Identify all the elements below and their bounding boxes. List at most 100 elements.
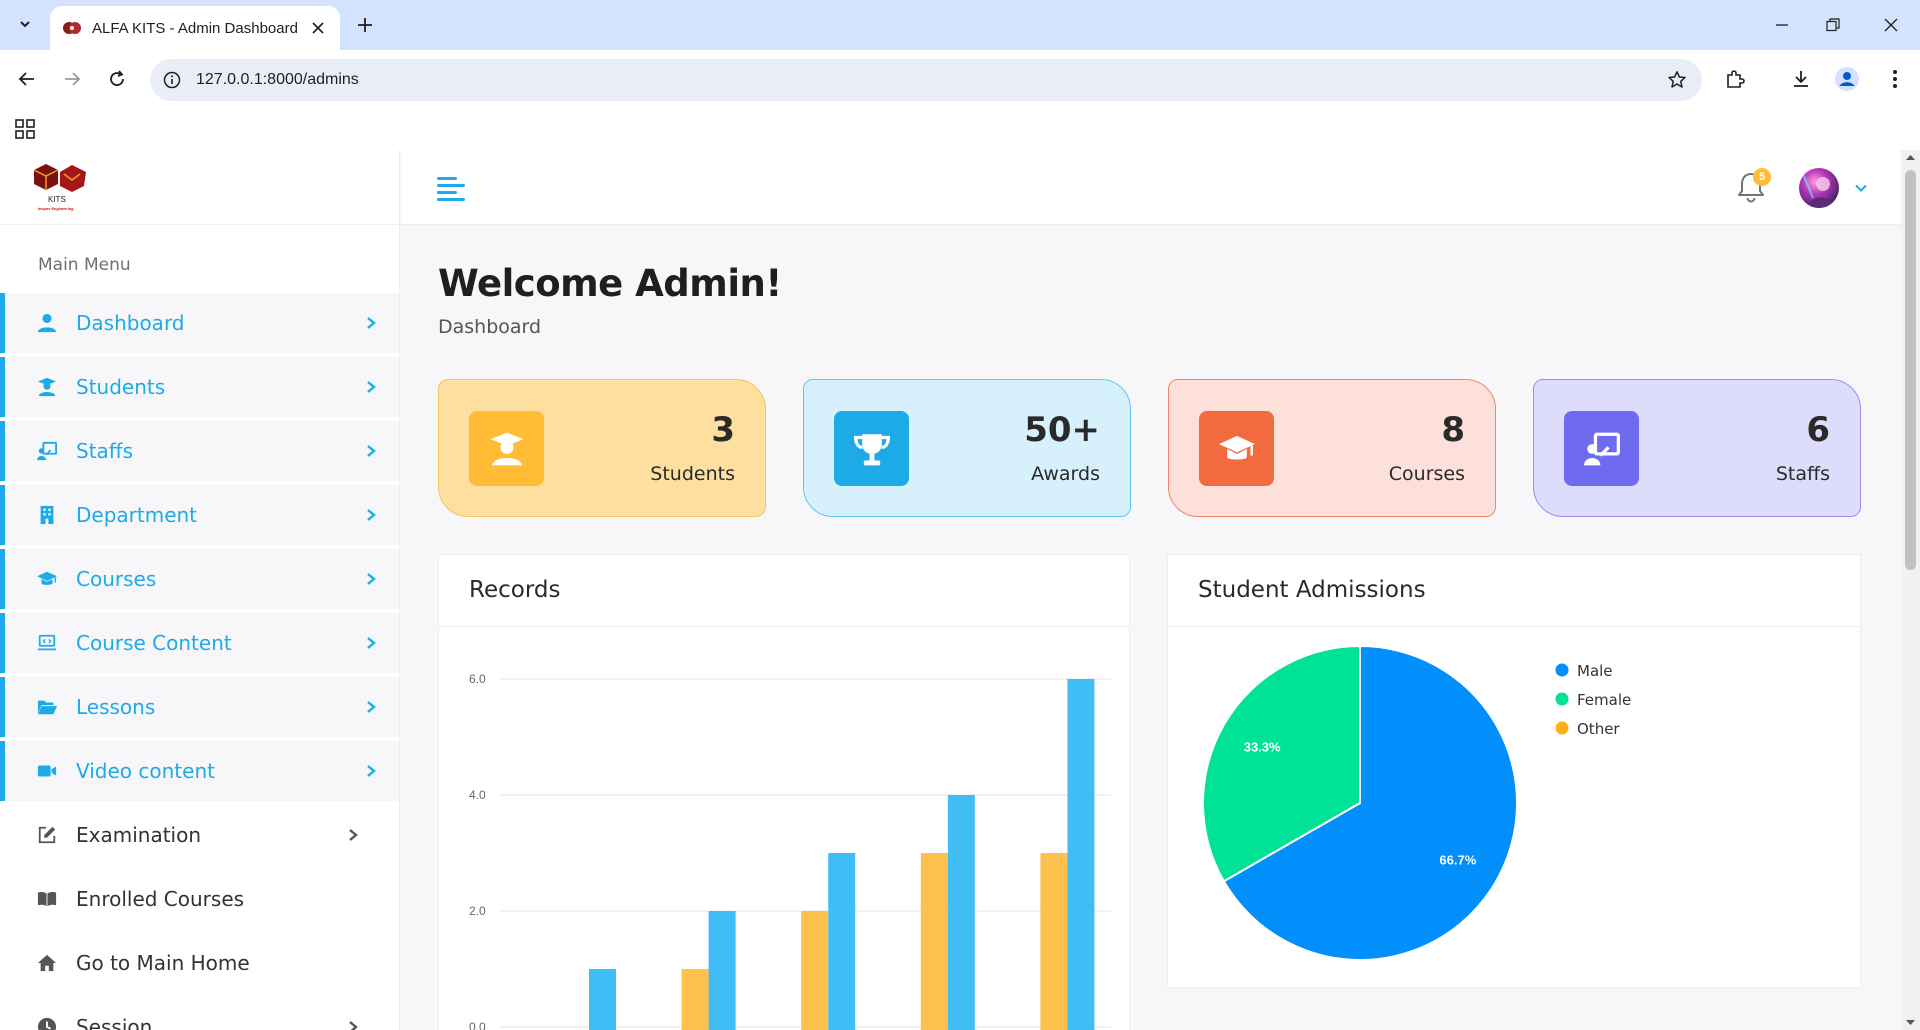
student-icon — [36, 376, 58, 398]
bar[interactable] — [681, 969, 709, 1030]
bar[interactable] — [708, 911, 736, 1030]
sidebar-item-label: Examination — [76, 823, 202, 847]
legend-item-male[interactable]: Male — [1555, 662, 1613, 680]
profile-icon — [1835, 67, 1859, 91]
stat-label: Students — [650, 463, 735, 485]
chevron-right-icon — [345, 827, 361, 843]
stat-value: 6 — [1806, 410, 1830, 450]
scroll-up-icon[interactable] — [1901, 150, 1920, 166]
sidebar-item-course-content[interactable]: Course Content — [0, 613, 399, 673]
minimize-button[interactable] — [1769, 12, 1795, 38]
tab-close-icon[interactable] — [308, 18, 328, 38]
sidebar-item-video-content[interactable]: Video content — [0, 741, 399, 801]
sidebar-item-session[interactable]: Session — [0, 997, 399, 1030]
main-menu-title: Main Menu — [38, 255, 131, 275]
back-button[interactable] — [12, 64, 42, 94]
laptop-code-icon — [36, 632, 58, 654]
sidebar-item-go-to-main-home[interactable]: Go to Main Home — [0, 933, 399, 993]
sidebar-item-label: Lessons — [76, 695, 156, 719]
sidebar-item-label: Session — [76, 1015, 153, 1030]
site-info-icon[interactable] — [162, 70, 182, 90]
hamburger-menu-icon[interactable] — [437, 174, 467, 204]
forward-button[interactable] — [57, 64, 87, 94]
bar[interactable] — [828, 853, 856, 1030]
extensions-button[interactable] — [1720, 64, 1750, 94]
address-bar[interactable]: 127.0.0.1:8000/admins — [150, 59, 1702, 101]
more-vertical-icon — [1893, 70, 1897, 88]
sidebar-item-label: Dashboard — [76, 311, 185, 335]
sidebar-item-label: Course Content — [76, 631, 232, 655]
sidebar-item-lessons[interactable]: Lessons — [0, 677, 399, 737]
stat-label: Courses — [1388, 463, 1465, 485]
y-tick-label: 2.0 — [469, 904, 486, 918]
legend-item-other[interactable]: Other — [1555, 720, 1621, 738]
plus-icon — [358, 18, 372, 32]
records-bar-chart: 6.0 4.0 2.0 0.0 — [469, 672, 1111, 1030]
favicon-icon — [63, 22, 81, 34]
legend-item-female[interactable]: Female — [1555, 691, 1632, 709]
downloads-button[interactable] — [1786, 64, 1816, 94]
chevron-right-icon — [363, 763, 379, 779]
download-icon — [1794, 71, 1808, 87]
scroll-down-icon[interactable] — [1901, 1014, 1920, 1030]
student-icon — [469, 411, 544, 486]
chevron-right-icon — [363, 379, 379, 395]
kits-logo-icon: KITS Inspire Engineering — [33, 164, 86, 211]
legend-marker — [1555, 692, 1569, 706]
stat-label: Staffs — [1775, 463, 1830, 485]
avatar[interactable] — [1799, 168, 1839, 208]
sidebar-item-dashboard[interactable]: Dashboard — [0, 293, 399, 353]
sidebar-item-examination[interactable]: Examination — [0, 805, 399, 865]
student-admissions-panel-title: Student Admissions — [1168, 555, 1860, 627]
sidebar-item-label: Department — [76, 503, 198, 527]
scroll-thumb[interactable] — [1905, 170, 1916, 570]
browser-tab[interactable]: ALFA KITS - Admin Dashboard — [50, 6, 340, 50]
close-icon — [1884, 18, 1898, 32]
stat-label: Awards — [1031, 463, 1100, 485]
new-tab-button[interactable] — [352, 12, 378, 38]
sidebar-item-label: Students — [76, 375, 166, 399]
bar[interactable] — [589, 969, 616, 1030]
restore-icon — [1826, 18, 1840, 32]
bar[interactable] — [801, 911, 829, 1030]
bar[interactable] — [1067, 679, 1095, 1030]
browser-tabstrip: ALFA KITS - Admin Dashboard — [0, 0, 1920, 50]
profile-button[interactable] — [1832, 64, 1862, 94]
reload-button[interactable] — [102, 64, 132, 94]
svg-text:KITS: KITS — [48, 195, 66, 204]
sidebar-item-department[interactable]: Department — [0, 485, 399, 545]
stat-card-students: 3 Students — [438, 379, 766, 517]
sidebar-item-label: Enrolled Courses — [76, 887, 245, 911]
stat-value: 3 — [711, 410, 735, 450]
bar[interactable] — [947, 795, 975, 1030]
student-admissions-panel: Student Admissions 66.7% 33.3% Male Female O… — [1167, 554, 1861, 988]
browser-menu-button[interactable] — [1880, 64, 1910, 94]
reload-icon — [110, 70, 124, 86]
user-icon — [36, 312, 58, 334]
apps-grid-icon[interactable] — [14, 118, 36, 140]
home-icon — [36, 952, 58, 974]
sidebar-item-enrolled-courses[interactable]: Enrolled Courses — [0, 869, 399, 929]
stat-card-courses: 8 Courses — [1168, 379, 1496, 517]
tab-search-button[interactable] — [12, 11, 38, 37]
sidebar-item-courses[interactable]: Courses — [0, 549, 399, 609]
logo[interactable]: KITS Inspire Engineering — [0, 150, 399, 225]
tab-title: ALFA KITS - Admin Dashboard — [92, 19, 298, 37]
bar[interactable] — [920, 853, 948, 1030]
graduation-cap-icon — [1199, 411, 1274, 486]
chevron-right-icon — [363, 699, 379, 715]
close-window-button[interactable] — [1878, 12, 1904, 38]
browser-toolbar: 127.0.0.1:8000/admins — [0, 50, 1920, 108]
legend-label: Female — [1577, 691, 1631, 709]
folder-open-icon — [36, 696, 58, 718]
sidebar-item-students[interactable]: Students — [0, 357, 399, 417]
bar[interactable] — [1040, 853, 1068, 1030]
bookmark-star-icon[interactable] — [1666, 69, 1688, 91]
sidebar-item-staffs[interactable]: Staffs — [0, 421, 399, 481]
restore-button[interactable] — [1820, 12, 1846, 38]
notification-badge: 5 — [1753, 168, 1771, 186]
chevron-right-icon — [363, 507, 379, 523]
bookmarks-bar — [0, 108, 1920, 150]
page-scrollbar[interactable] — [1901, 150, 1920, 1030]
chevron-down-icon[interactable] — [1853, 180, 1869, 196]
